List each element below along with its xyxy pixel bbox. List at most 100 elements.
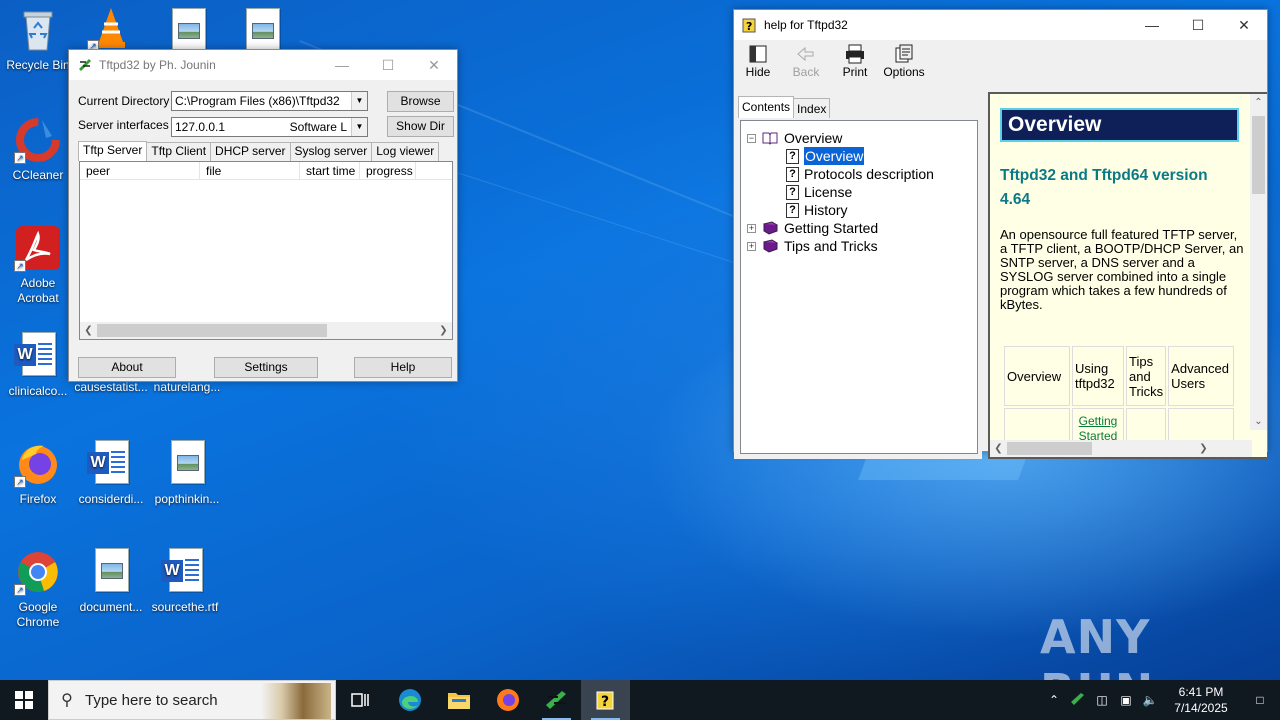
tree-label: Overview [784,130,843,146]
expand-icon[interactable]: + [747,223,756,233]
svg-text:?: ? [601,694,609,710]
tftpd32-titlebar[interactable]: Tftpd32 by Ph. Jounin — ☐ ✕ [69,50,457,80]
tree-item-getting-started[interactable]: + Getting Started [747,219,878,237]
maximize-button[interactable]: ☐ [365,50,411,80]
expand-icon[interactable]: + [747,241,756,251]
chevron-down-icon[interactable]: ▼ [351,118,367,136]
server-interfaces-combo[interactable]: 127.0.0.1 Software L ▼ [171,117,368,137]
tree-item-protocols[interactable]: ? Protocols description [786,165,934,183]
tab-log-viewer[interactable]: Log viewer [371,142,440,161]
network-icon[interactable]: ▣ [1114,693,1138,707]
scroll-up-icon[interactable]: ⌃ [1250,94,1267,111]
scroll-right-icon[interactable]: ❯ [1195,440,1212,457]
tab-contents[interactable]: Contents [738,96,795,118]
close-button[interactable]: ✕ [1221,10,1267,40]
browse-button[interactable]: Browse [387,91,454,112]
clock[interactable]: 6:41 PM 7/14/2025 [1162,684,1240,716]
desktop-icon-adobe-acrobat[interactable]: ↗ Adobe Acrobat [0,224,76,306]
contents-tree[interactable]: − Overview ? Overview ? Protocols descri… [740,120,978,454]
collapse-icon[interactable]: − [747,133,756,143]
options-button[interactable]: Options [882,44,926,79]
taskbar-file-explorer[interactable] [434,680,483,720]
chevron-down-icon[interactable]: ▼ [351,92,367,110]
desktop-icon-popthinkin[interactable]: popthinkin... [149,440,225,507]
minimize-button[interactable]: — [1129,10,1175,40]
column-peer[interactable]: peer [80,162,200,179]
horizontal-scrollbar[interactable]: ❮ ❯ [990,440,1252,457]
acrobat-icon: ↗ [14,224,62,272]
desktop-icon-sourcethe[interactable]: W sourcethe.rtf [147,548,223,615]
scroll-right-icon[interactable]: ❯ [435,322,452,339]
desktop-icon-naturelang[interactable]: naturelang... [149,380,225,395]
device-icon[interactable]: ◫ [1090,693,1114,707]
help-button[interactable]: Help [354,357,452,378]
printer-icon [844,44,866,64]
scroll-thumb[interactable] [1252,116,1265,194]
maximize-button[interactable]: ☐ [1175,10,1221,40]
desktop-icon-causestatist[interactable]: causestatist... [73,380,149,395]
transfer-list[interactable]: peer file start time progress ❮ ❯ [79,161,453,340]
help-titlebar[interactable]: ? help for Tftpd32 — ☐ ✕ [734,10,1267,40]
tree-item-tips-and-tricks[interactable]: + Tips and Tricks [747,237,878,255]
current-directory-label: Current Directory [78,94,170,108]
desktop-icon-recycle-bin[interactable]: Recycle Bin [0,6,76,73]
minimize-button[interactable]: — [319,50,365,80]
back-button[interactable]: Back [784,44,828,79]
tab-tftp-client[interactable]: Tftp Client [146,142,212,161]
desktop-icon-clinicalco[interactable]: W clinicalco... [0,332,76,399]
closed-book-icon [762,221,778,235]
settings-button[interactable]: Settings [214,357,318,378]
hide-button[interactable]: Hide [736,44,780,79]
scroll-left-icon[interactable]: ❮ [990,440,1007,457]
help-content-pane[interactable]: Overview Tftpd32 and Tftpd64 version 4.6… [988,92,1267,459]
taskbar-help[interactable]: ? [581,680,630,720]
start-button[interactable] [0,680,48,720]
current-directory-combo[interactable]: C:\Program Files (x86)\Tftpd32 ▼ [171,91,368,111]
scroll-left-icon[interactable]: ❮ [80,322,97,339]
icon-label: Recycle Bin [6,58,70,72]
icon-label: popthinkin... [154,492,220,506]
tab-tftp-server[interactable]: Tftp Server [78,141,148,161]
desktop-icon-ccleaner[interactable]: ↗ CCleaner [0,116,76,183]
tftpd-app-icon [545,691,566,709]
task-view-button[interactable] [336,680,385,720]
print-button[interactable]: Print [833,44,877,79]
desktop-icon-firefox[interactable]: ↗ Firefox [0,440,76,507]
about-button[interactable]: About [78,357,176,378]
column-file[interactable]: file [200,162,300,179]
close-button[interactable]: ✕ [411,50,457,80]
hide-label: Hide [745,65,771,79]
desktop-icon-considerdi[interactable]: W considerdi... [73,440,149,507]
taskbar-search[interactable]: ⚲ Type here to search [48,680,336,720]
taskbar-edge[interactable] [385,680,434,720]
scroll-down-icon[interactable]: ⌄ [1250,413,1267,430]
tab-dhcp-server[interactable]: DHCP server [210,142,291,161]
taskbar: ⚲ Type here to search ? ⌃ ◫ ▣ 🔈 6:41 PM … [0,680,1280,720]
closed-book-icon [762,239,778,253]
tree-item-overview-page[interactable]: ? Overview [786,146,866,166]
tab-syslog-server[interactable]: Syslog server [289,142,373,161]
tree-item-history[interactable]: ? History [786,201,848,219]
column-progress[interactable]: progress [360,162,416,179]
desktop-icon-document[interactable]: document... [73,548,149,615]
help-navigation-pane: Contents Index − Overview ? Overview ? P… [734,92,982,459]
scroll-thumb[interactable] [97,324,327,337]
scroll-thumb[interactable] [1007,442,1092,455]
column-start-time[interactable]: start time [300,162,360,179]
taskbar-tftpd32[interactable] [532,680,581,720]
tftpd-tray-icon[interactable] [1066,692,1090,709]
show-dir-button[interactable]: Show Dir [387,116,454,137]
tree-item-license[interactable]: ? License [786,183,852,201]
taskbar-firefox[interactable] [483,680,532,720]
volume-icon[interactable]: 🔈 [1138,693,1162,707]
vertical-scrollbar[interactable]: ⌃ ⌄ [1250,94,1267,430]
horizontal-scrollbar[interactable]: ❮ ❯ [80,322,452,339]
tree-item-overview-book[interactable]: − Overview [747,129,842,147]
getting-started-link[interactable]: Getting Started [1079,414,1118,443]
image-file-icon [163,440,211,488]
notifications-icon[interactable]: □ [1240,693,1280,707]
tab-index[interactable]: Index [793,98,831,118]
chevron-up-icon[interactable]: ⌃ [1042,693,1066,707]
image-file-icon [87,548,135,596]
desktop-icon-google-chrome[interactable]: ↗ Google Chrome [0,548,76,630]
